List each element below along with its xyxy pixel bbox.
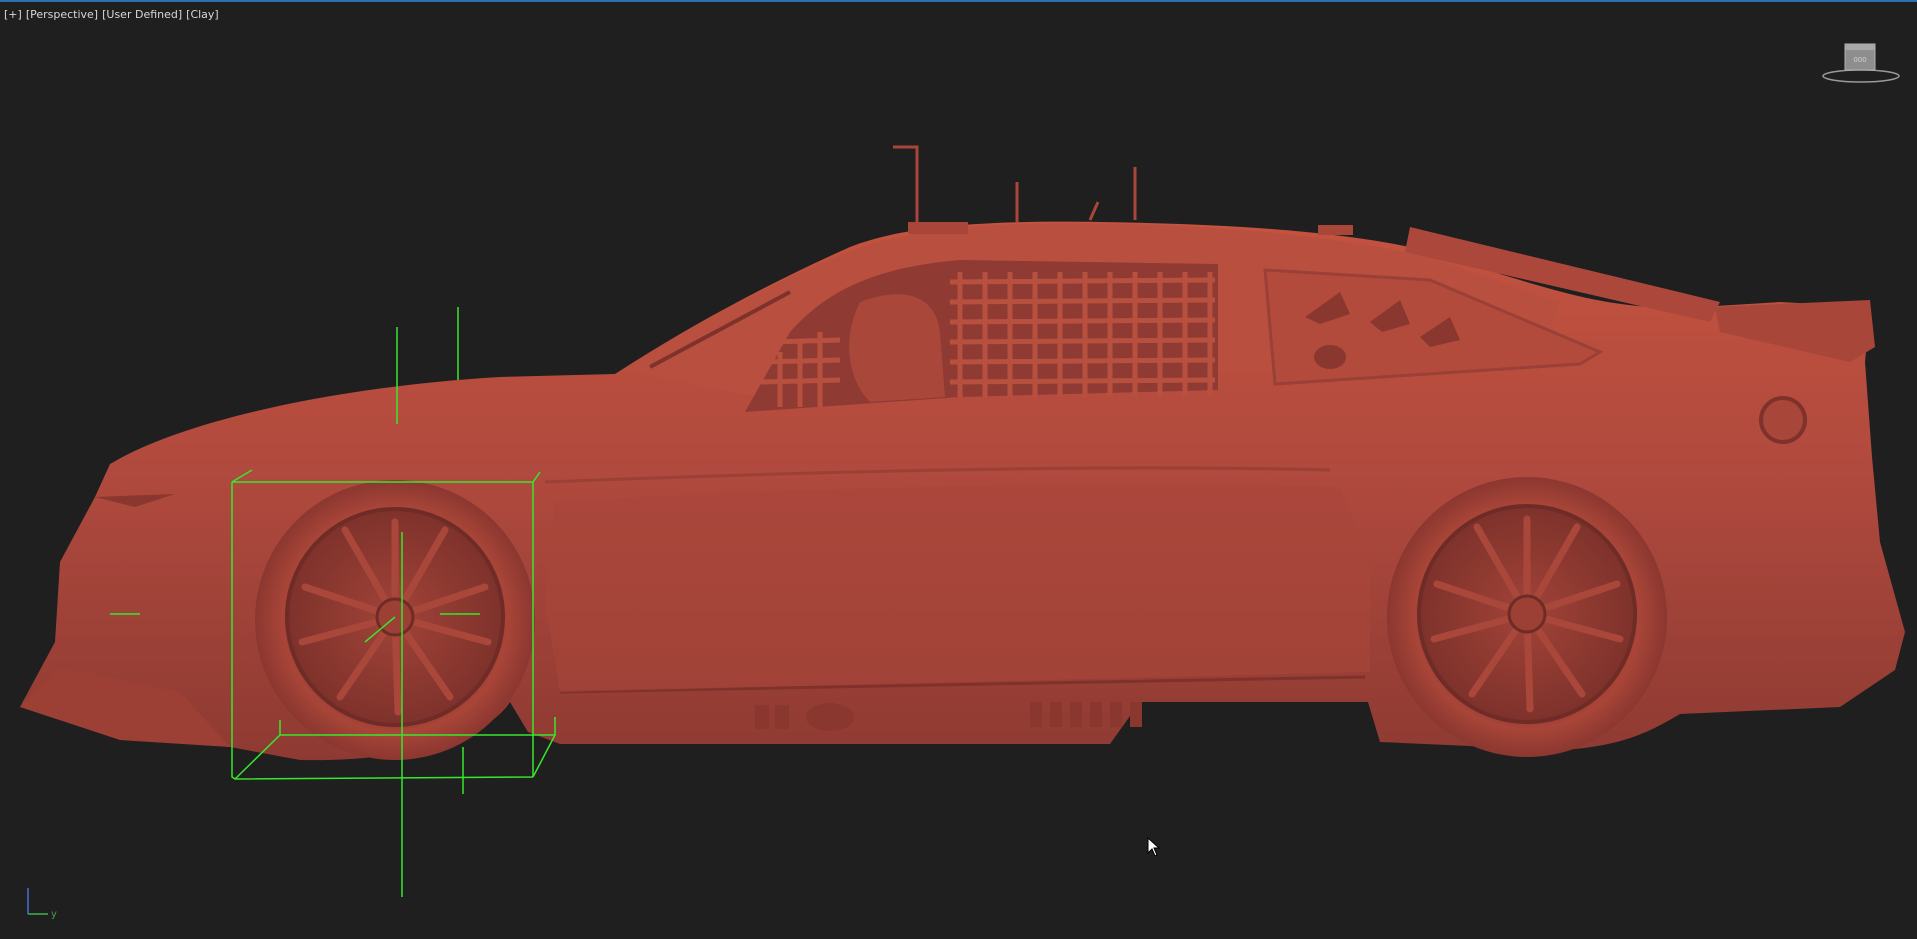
door-panel [545, 484, 1370, 692]
mouse-pointer-icon [1147, 837, 1161, 857]
scene-canvas[interactable] [0, 2, 1917, 939]
axis-y-label: y [51, 909, 57, 920]
axis-tripod: y [27, 888, 57, 920]
viewcube-icon[interactable]: 000 [1821, 40, 1901, 86]
svg-text:000: 000 [1853, 56, 1866, 64]
fuel-cap [1759, 396, 1807, 444]
viewport-perspective[interactable]: [+] [Perspective] [User Defined] [Clay] [0, 0, 1917, 939]
driver-seat [849, 294, 945, 402]
roof-hatch-front [908, 222, 968, 234]
rear-wheel[interactable] [1387, 477, 1667, 757]
car-model[interactable] [20, 145, 1905, 761]
front-wheel[interactable] [255, 480, 535, 760]
roof-antennas [893, 145, 1137, 227]
roof-hatch-rear [1318, 225, 1353, 235]
